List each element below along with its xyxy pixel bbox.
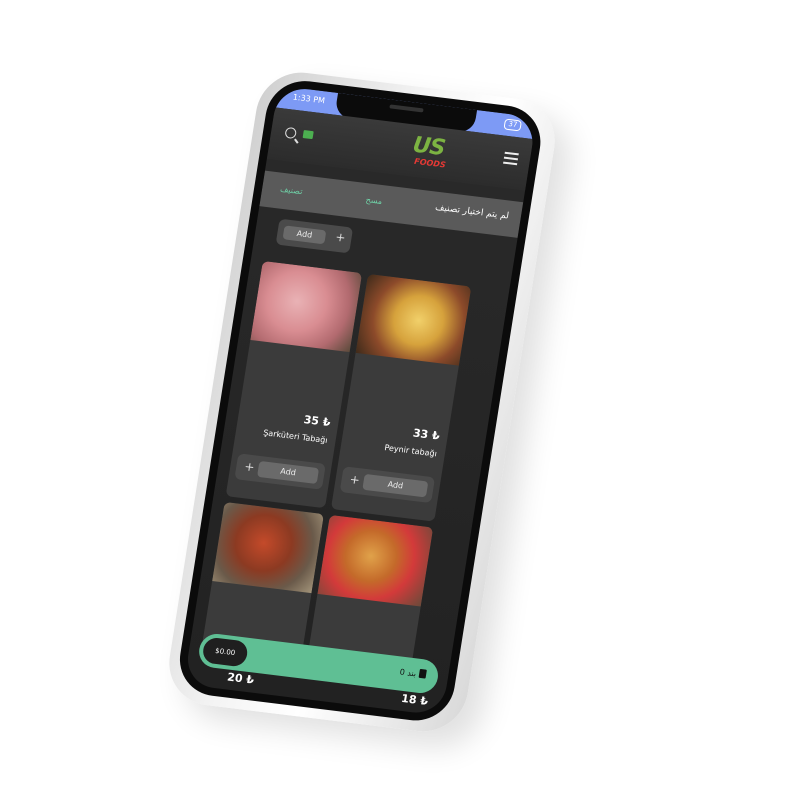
product-image	[250, 260, 363, 353]
product-price: 35 ₺	[302, 413, 332, 430]
plus-icon[interactable]: +	[243, 459, 255, 474]
phone: 1:33 PM 37 US FOODS تصنيف مسح لم يتم اخت…	[162, 67, 562, 737]
no-category-selected-text: لم يتم اختيار تصنيف	[434, 202, 510, 222]
product-price: 33 ₺	[411, 426, 441, 443]
product-image	[355, 273, 472, 366]
add-button[interactable]: Add	[257, 460, 320, 485]
product-add-control[interactable]: + Add	[234, 453, 326, 490]
shopping-bag-icon	[418, 668, 427, 679]
product-add-control[interactable]: + Add	[339, 466, 436, 504]
plus-icon[interactable]: +	[349, 472, 361, 487]
product-price: 20 ₺	[226, 670, 255, 687]
stage: 1:33 PM 37 US FOODS تصنيف مسح لم يتم اخت…	[0, 0, 810, 810]
speaker	[389, 104, 424, 113]
product-image	[317, 514, 434, 607]
search-icon[interactable]	[284, 126, 298, 140]
phone-screen: 1:33 PM 37 US FOODS تصنيف مسح لم يتم اخت…	[183, 85, 537, 716]
product-name: Peynir tabağı	[383, 443, 438, 459]
product-price: 18 ₺	[400, 691, 429, 709]
classify-button[interactable]: تصنيف	[280, 185, 304, 197]
status-time: 1:33 PM	[292, 92, 326, 106]
clear-filter-button[interactable]: مسح	[365, 195, 383, 206]
product-name: Şarküteri Tabağı	[262, 428, 329, 446]
top-add-control[interactable]: Add +	[275, 218, 354, 254]
product-image	[212, 501, 324, 594]
language-flag-icon[interactable]	[302, 130, 314, 140]
add-button[interactable]: Add	[282, 225, 327, 245]
cart-item-count: 0 بند	[399, 667, 417, 679]
battery-indicator: 37	[503, 118, 522, 132]
hamburger-menu-icon[interactable]	[503, 151, 519, 166]
cart-total: $0.00	[201, 636, 250, 668]
add-button[interactable]: Add	[362, 473, 429, 498]
plus-icon[interactable]: +	[334, 230, 346, 245]
us-foods-logo: US FOODS	[409, 133, 455, 175]
